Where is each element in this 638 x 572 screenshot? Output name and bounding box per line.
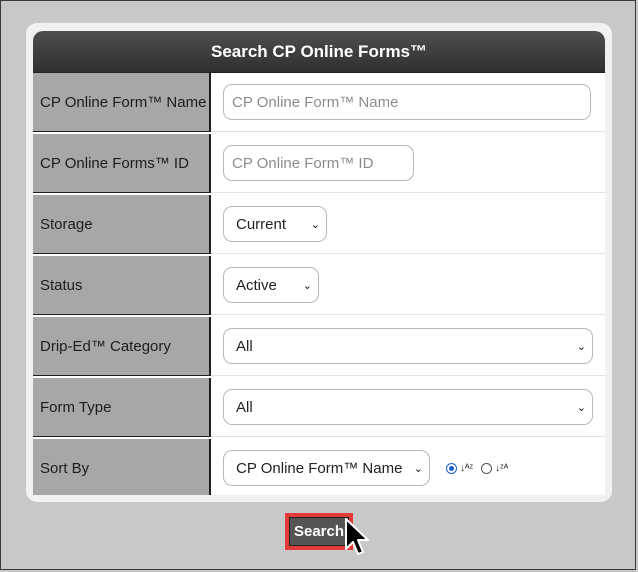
form-name-cell	[211, 73, 605, 132]
row-status: Status Active ⌄	[33, 256, 605, 317]
sort-direction-group: ↓ᴬᶻ ↓ᶻᴬ	[446, 462, 516, 474]
mouse-cursor-icon	[345, 518, 369, 555]
category-select[interactable]: All ⌄	[223, 328, 593, 364]
sort-desc-radio[interactable]	[481, 462, 493, 474]
sort-by-label: Sort By	[33, 439, 211, 495]
form-type-label: Form Type	[33, 378, 211, 437]
chevron-down-icon: ⌄	[413, 462, 423, 475]
storage-selected-value: Current	[236, 215, 287, 233]
row-form-type: Form Type All ⌄	[33, 378, 605, 439]
sort-alpha-desc-icon: ↓ᶻᴬ	[495, 462, 509, 474]
chevron-down-icon: ⌄	[576, 340, 586, 353]
chevron-down-icon: ⌄	[302, 279, 312, 292]
sort-by-selected-value: CP Online Form™ Name	[236, 459, 403, 477]
search-button-label: Search	[289, 517, 349, 546]
chevron-down-icon: ⌄	[310, 218, 320, 231]
form-id-cell	[211, 134, 605, 193]
form-type-cell: All ⌄	[211, 378, 605, 437]
form-id-label: CP Online Forms™ ID	[33, 134, 211, 193]
status-selected-value: Active	[236, 276, 277, 294]
status-select[interactable]: Active ⌄	[223, 267, 319, 303]
row-sort-by: Sort By CP Online Form™ Name ⌄ ↓ᴬᶻ ↓ᶻᴬ	[33, 439, 605, 495]
form-type-selected-value: All	[236, 398, 253, 416]
panel-title: Search CP Online Forms™	[33, 31, 605, 73]
category-label: Drip-Ed™ Category	[33, 317, 211, 376]
sort-by-cell: CP Online Form™ Name ⌄ ↓ᴬᶻ ↓ᶻᴬ	[211, 439, 605, 495]
category-cell: All ⌄	[211, 317, 605, 376]
sort-by-select[interactable]: CP Online Form™ Name ⌄	[223, 450, 430, 486]
storage-select[interactable]: Current ⌄	[223, 206, 327, 242]
status-cell: Active ⌄	[211, 256, 605, 315]
form-name-label: CP Online Form™ Name	[33, 73, 211, 132]
chevron-down-icon: ⌄	[576, 401, 586, 414]
search-panel: Search CP Online Forms™ CP Online Form™ …	[33, 31, 605, 495]
storage-cell: Current ⌄	[211, 195, 605, 254]
form-name-input[interactable]	[223, 84, 591, 120]
sort-alpha-asc-icon: ↓ᴬᶻ	[460, 462, 474, 474]
search-button[interactable]: Search	[285, 513, 353, 550]
row-form-id: CP Online Forms™ ID	[33, 134, 605, 195]
category-selected-value: All	[236, 337, 253, 355]
row-form-name: CP Online Form™ Name	[33, 73, 605, 134]
status-label: Status	[33, 256, 211, 315]
row-category: Drip-Ed™ Category All ⌄	[33, 317, 605, 378]
storage-label: Storage	[33, 195, 211, 254]
sort-asc-radio[interactable]	[446, 462, 457, 474]
form-type-select[interactable]: All ⌄	[223, 389, 593, 425]
form-id-input[interactable]	[223, 145, 414, 181]
row-storage: Storage Current ⌄	[33, 195, 605, 256]
